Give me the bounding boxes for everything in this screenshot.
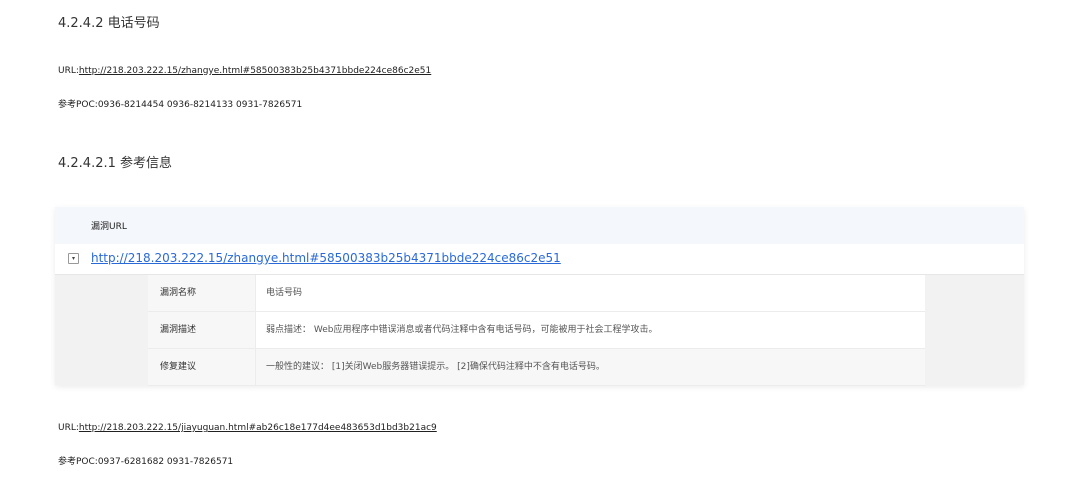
detail-key: 漏洞名称 bbox=[148, 275, 256, 311]
url-link[interactable]: http://218.203.222.15/zhangye.html#58500… bbox=[79, 66, 431, 76]
detail-key: 漏洞描述 bbox=[148, 312, 256, 348]
url-line: URL:http://218.203.222.15/zhangye.html#5… bbox=[58, 66, 431, 76]
url-label: URL: bbox=[58, 423, 79, 433]
vulnerable-url-link[interactable]: http://218.203.222.15/zhangye.html#58500… bbox=[91, 251, 561, 265]
card-header: 漏洞URL bbox=[55, 207, 1024, 244]
detail-value: 弱点描述： Web应用程序中错误消息或者代码注释中含有电话号码，可能被用于社会工… bbox=[266, 325, 658, 335]
subsection-title: 4.2.4.2.1 参考信息 bbox=[58, 156, 173, 171]
detail-row-description: 漏洞描述 弱点描述： Web应用程序中错误消息或者代码注释中含有电话号码，可能被… bbox=[148, 312, 925, 349]
detail-table: 漏洞名称 电话号码 漏洞描述 弱点描述： Web应用程序中错误消息或者代码注释中… bbox=[148, 275, 925, 386]
section-title: 4.2.4.2 电话号码 bbox=[58, 16, 160, 31]
url-link-2[interactable]: http://218.203.222.15/jiayuguan.html#ab2… bbox=[79, 423, 437, 433]
collapse-toggle-icon[interactable]: ▾ bbox=[68, 253, 79, 264]
poc-line-2: 参考POC:0937-6281682 0931-7826571 bbox=[58, 457, 234, 467]
poc-line: 参考POC:0936-8214454 0936-8214133 0931-782… bbox=[58, 100, 303, 110]
url-label: URL: bbox=[58, 66, 79, 76]
url-line-2: URL:http://218.203.222.15/jiayuguan.html… bbox=[58, 423, 437, 433]
detail-row-name: 漏洞名称 电话号码 bbox=[148, 275, 925, 312]
card-header-label: 漏洞URL bbox=[91, 222, 127, 232]
url-row: ▾ http://218.203.222.15/zhangye.html#585… bbox=[55, 244, 1024, 275]
detail-value: 一般性的建议： [1]关闭Web服务器错误提示。 [2]确保代码注释中不含有电话… bbox=[266, 362, 605, 372]
detail-value: 电话号码 bbox=[266, 288, 303, 298]
detail-key: 修复建议 bbox=[148, 349, 256, 385]
reference-card: 漏洞URL ▾ http://218.203.222.15/zhangye.ht… bbox=[55, 207, 1024, 386]
detail-row-fix: 修复建议 一般性的建议： [1]关闭Web服务器错误提示。 [2]确保代码注释中… bbox=[148, 349, 925, 386]
